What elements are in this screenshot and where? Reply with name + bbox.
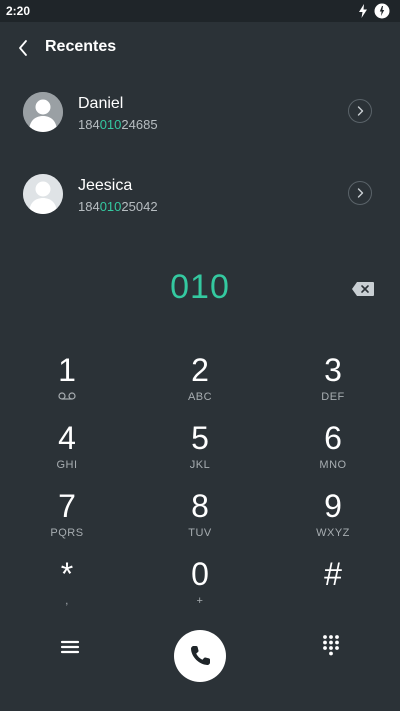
contact-name: Jeesica <box>78 177 133 194</box>
backspace-icon <box>352 282 374 296</box>
status-bar: 2:20 <box>0 0 400 22</box>
status-time: 2:20 <box>6 4 31 18</box>
contact-number: 18401024685 <box>78 117 158 132</box>
key-letters: MNO <box>319 459 347 471</box>
key-letters: TUV <box>188 527 212 539</box>
key-digit: 4 <box>58 420 76 456</box>
key-0[interactable]: 0 + <box>160 557 240 619</box>
number-match: 010 <box>99 199 122 214</box>
phone-icon <box>191 646 210 665</box>
dialed-number: 010 <box>170 268 230 306</box>
key-7[interactable]: 7 PQRS <box>27 489 107 551</box>
key-9[interactable]: 9 WXYZ <box>293 489 373 551</box>
avatar <box>23 92 63 132</box>
key-hash[interactable]: # <box>293 557 373 619</box>
key-letters: DEF <box>321 391 345 403</box>
backspace-button[interactable] <box>351 281 375 297</box>
key-digit: 2 <box>191 352 209 388</box>
dialpad-icon <box>323 635 339 656</box>
key-5[interactable]: 5 JKL <box>160 421 240 483</box>
voicemail-icon <box>27 391 107 403</box>
menu-button[interactable] <box>58 635 82 659</box>
key-1[interactable]: 1 <box>27 353 107 415</box>
key-star[interactable]: * , <box>27 557 107 619</box>
key-digit: 3 <box>324 352 342 388</box>
key-digit: 9 <box>324 488 342 524</box>
number-match: 010 <box>99 117 122 132</box>
recent-contact-row[interactable]: Daniel 18401024685 <box>0 92 400 162</box>
notification-icon <box>374 3 390 24</box>
back-button[interactable] <box>12 36 36 60</box>
key-3[interactable]: 3 DEF <box>293 353 373 415</box>
key-letters: JKL <box>189 459 211 471</box>
header: Recentes <box>0 28 400 68</box>
key-letters: PQRS <box>50 527 84 539</box>
recent-contact-row[interactable]: Jeesica 18401025042 <box>0 174 400 244</box>
key-digit: # <box>324 556 342 592</box>
chevron-right-icon <box>357 188 364 198</box>
key-letters: ABC <box>187 391 213 403</box>
status-icons <box>358 3 390 24</box>
bottom-bar <box>0 620 400 690</box>
key-digit: 0 <box>191 556 209 592</box>
key-letters: WXYZ <box>316 527 350 539</box>
key-4[interactable]: 4 GHI <box>27 421 107 483</box>
call-button[interactable] <box>174 630 226 682</box>
contact-detail-button[interactable] <box>348 99 372 123</box>
key-2[interactable]: 2 ABC <box>160 353 240 415</box>
key-digit: 5 <box>191 420 209 456</box>
key-digit: 1 <box>58 352 76 388</box>
key-digit: 6 <box>324 420 342 456</box>
chevron-left-icon <box>19 40 27 56</box>
contact-name: Daniel <box>78 95 124 112</box>
menu-icon <box>60 640 80 654</box>
chevron-right-icon <box>357 106 364 116</box>
avatar <box>23 174 63 214</box>
key-letters: , <box>65 595 69 607</box>
key-digit: 8 <box>191 488 209 524</box>
dialpad-toggle-button[interactable] <box>319 633 343 657</box>
key-letters: + <box>196 595 204 607</box>
page-title: Recentes <box>45 38 117 55</box>
flash-icon <box>358 4 368 23</box>
contact-detail-button[interactable] <box>348 181 372 205</box>
key-6[interactable]: 6 MNO <box>293 421 373 483</box>
key-digit: 7 <box>58 488 76 524</box>
key-digit: * <box>60 556 74 592</box>
key-letters: GHI <box>56 459 78 471</box>
key-8[interactable]: 8 TUV <box>160 489 240 551</box>
contact-number: 18401025042 <box>78 199 158 214</box>
